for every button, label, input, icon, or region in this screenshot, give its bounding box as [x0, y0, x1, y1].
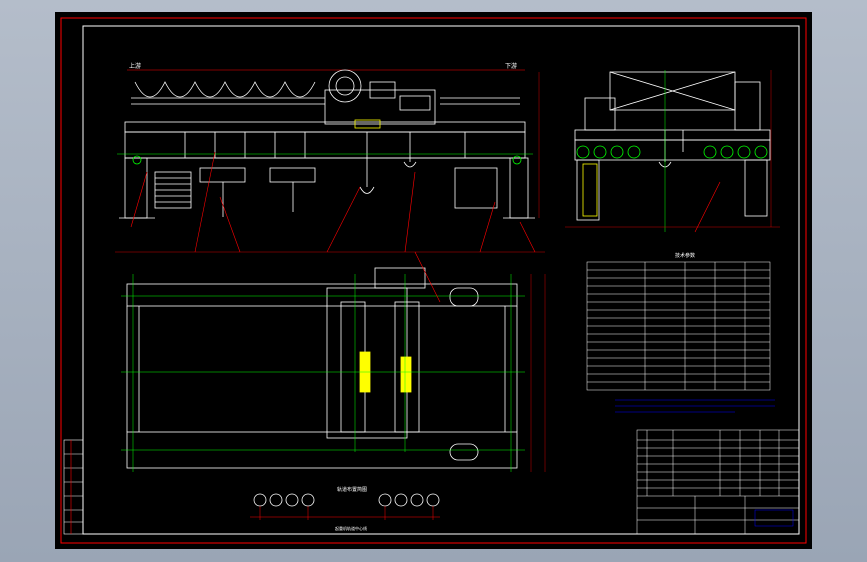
- tech-table-title: 技术参数: [675, 252, 695, 259]
- left-revision-strip: [63, 439, 84, 535]
- front-elevation: 上游 下游: [115, 62, 545, 253]
- plan-view: [121, 251, 546, 472]
- cad-viewport: 上游 下游 轨道布置简图 起重机轨道中心线 技术参数: [0, 0, 867, 562]
- track-section-title: 轨道布置简图: [337, 486, 367, 493]
- track-sub-label: 起重机轨道中心线: [335, 525, 367, 531]
- title-block: [636, 429, 800, 535]
- technical-parameters-table: 技术参数: [586, 252, 775, 413]
- inner-frame: [82, 25, 800, 535]
- track-layout: 轨道布置简图 起重机轨道中心线: [250, 486, 440, 531]
- crane-drawing: 上游 下游 轨道布置简图 起重机轨道中心线 技术参数: [60, 17, 807, 544]
- drawing-sheet: 上游 下游 轨道布置简图 起重机轨道中心线 技术参数: [55, 12, 812, 549]
- side-elevation: [565, 70, 780, 233]
- label-downstream: 下游: [505, 62, 517, 70]
- label-upstream: 上游: [129, 62, 141, 70]
